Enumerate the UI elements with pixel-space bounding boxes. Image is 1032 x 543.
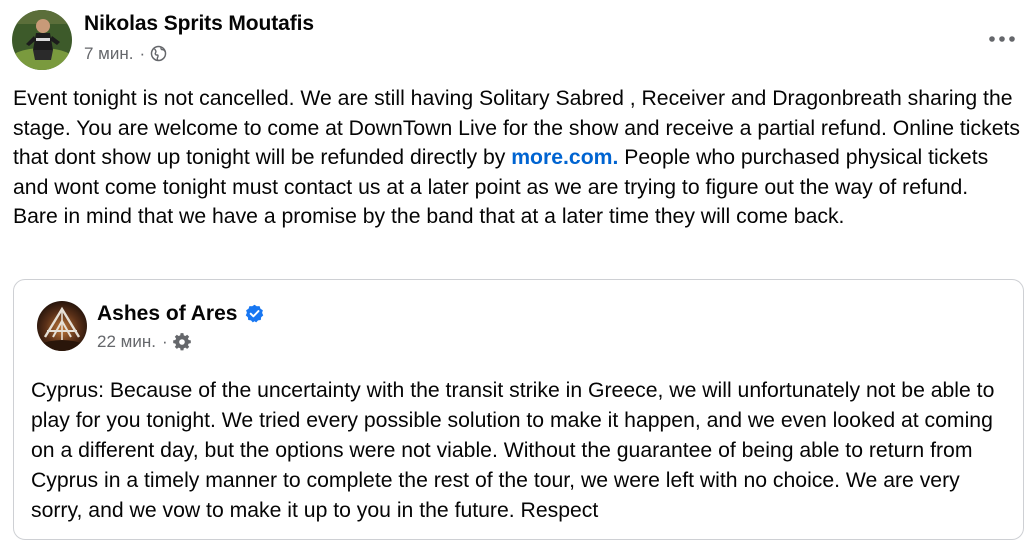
- shared-post-card[interactable]: Ashes of Ares 22 мин. · Cyprus: Because …: [13, 279, 1024, 540]
- more-options-icon: [989, 36, 1015, 42]
- shared-post-meta: 22 мин. ·: [97, 332, 191, 352]
- shared-post-text: Cyprus: Because of the uncertainty with …: [31, 379, 995, 522]
- shared-author-label: Ashes of Ares: [97, 302, 238, 325]
- facebook-post: Nikolas Sprits Moutafis 7 мин. · Event t…: [0, 0, 1032, 543]
- author-name[interactable]: Nikolas Sprits Moutafis: [84, 12, 314, 36]
- shared-meta-separator: ·: [161, 332, 168, 351]
- meta-separator: ·: [139, 44, 146, 63]
- post-meta: 7 мин. ·: [84, 44, 168, 64]
- more-options-button[interactable]: [984, 24, 1020, 54]
- post-timestamp[interactable]: 7 мин.: [84, 44, 133, 64]
- author-avatar[interactable]: [12, 10, 72, 70]
- band-logo-icon: [37, 301, 87, 351]
- shared-author-name[interactable]: Ashes of Ares: [97, 302, 265, 326]
- globe-icon[interactable]: [150, 45, 168, 63]
- post-body: Event tonight is not cancelled. We are s…: [13, 84, 1025, 232]
- author-avatar-photo: [12, 10, 72, 70]
- gear-icon[interactable]: [172, 333, 191, 351]
- post-paragraph-1: Event tonight is not cancelled. We are s…: [13, 84, 1025, 202]
- verified-badge-icon: [245, 304, 265, 324]
- post-paragraph-2: Bare in mind that we have a promise by t…: [13, 205, 845, 228]
- shared-post-timestamp[interactable]: 22 мин.: [97, 332, 156, 352]
- post-link[interactable]: more.com.: [511, 146, 618, 169]
- shared-author-avatar[interactable]: [37, 301, 87, 351]
